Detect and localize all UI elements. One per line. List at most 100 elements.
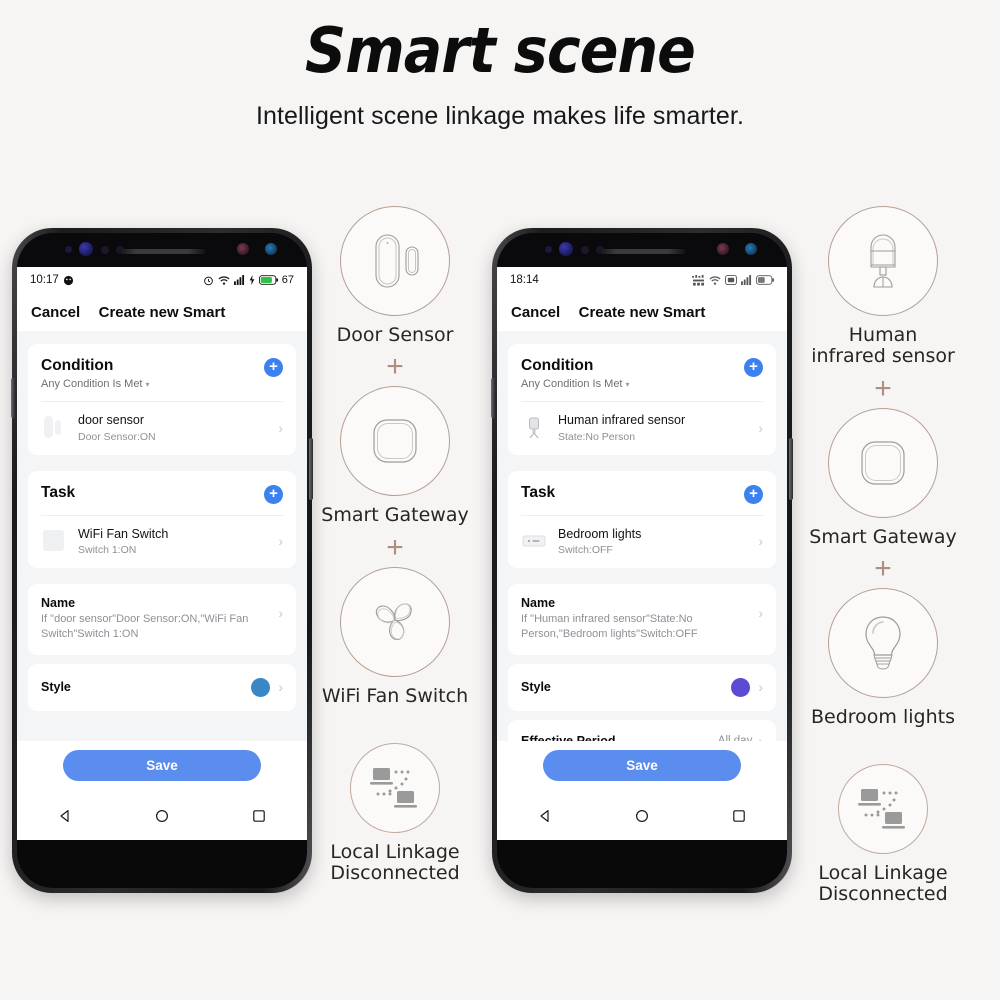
network-icon xyxy=(692,274,704,286)
name-description: If "door sensor"Door Sensor:ON,"WiFi Fan… xyxy=(41,613,249,641)
front-camera-icon xyxy=(79,242,93,256)
condition-item-title: Human infrared sensor xyxy=(558,413,686,427)
task-item-title: WiFi Fan Switch xyxy=(78,526,169,541)
fan-icon xyxy=(375,602,412,640)
task-item-subtitle: Switch 1:ON xyxy=(78,544,137,557)
condition-header: Condition Any Condition Is Met ▾ + xyxy=(41,344,283,390)
chevron-right-icon: › xyxy=(278,419,283,436)
add-condition-button[interactable]: + xyxy=(264,358,283,377)
style-color-swatch[interactable] xyxy=(251,677,271,697)
name-label: Name xyxy=(521,596,556,611)
home-icon[interactable] xyxy=(635,809,649,823)
chevron-right-icon: › xyxy=(758,605,763,622)
device-label: Local Linkage Disconnected xyxy=(330,840,460,885)
light-strip-icon xyxy=(521,528,547,554)
task-row[interactable]: Bedroom lights Switch:OFF › xyxy=(521,516,763,569)
status-right xyxy=(692,274,774,286)
app-bar: Cancel Create new Smart xyxy=(17,293,307,331)
front-camera-icon xyxy=(559,242,573,256)
android-nav-bar xyxy=(17,792,307,840)
light-sensor-icon xyxy=(101,246,109,254)
add-condition-button[interactable]: + xyxy=(744,358,763,377)
device-wifi-fan-switch: WiFi Fan Switch xyxy=(305,566,485,707)
volume-up-button[interactable] xyxy=(11,378,15,418)
save-button[interactable]: Save xyxy=(543,750,741,781)
save-bar: Save xyxy=(17,741,307,792)
condition-item-subtitle: Door Sensor:ON xyxy=(78,430,156,443)
page-subtitle: Intelligent scene linkage makes life sma… xyxy=(255,102,745,130)
task-card: Task + WiFi Fan Switch Switch 1:ON › xyxy=(28,470,296,569)
earpiece-speaker-icon xyxy=(119,249,205,254)
condition-card: Condition Any Condition Is Met ▾ + xyxy=(508,344,776,455)
device-column-left: Door Sensor + Smart Gateway + WiFi Fan S… xyxy=(305,206,485,884)
status-time: 10:17 xyxy=(30,274,59,286)
cancel-button[interactable]: Cancel xyxy=(31,304,80,321)
gateway-circle xyxy=(340,386,450,497)
cancel-button[interactable]: Cancel xyxy=(511,304,560,321)
add-task-button[interactable]: + xyxy=(264,484,283,504)
door-sensor-icon xyxy=(41,415,67,441)
local-linkage-circle xyxy=(838,764,928,855)
save-bar: Save xyxy=(497,741,787,792)
app-screen-right: 18:14 Cancel Create new Smart Condition … xyxy=(497,267,787,840)
local-linkage-icon xyxy=(858,789,905,829)
save-button[interactable]: Save xyxy=(63,750,261,781)
battery-icon xyxy=(756,275,774,285)
device-door-sensor: Door Sensor + xyxy=(305,206,485,382)
status-bar: 18:14 xyxy=(497,267,787,293)
name-card[interactable]: Name If "door sensor"Door Sensor:ON,"WiF… xyxy=(28,584,296,655)
task-item-title: Bedroom lights xyxy=(558,526,642,541)
secondary-camera-icon xyxy=(745,243,757,255)
condition-row[interactable]: Human infrared sensor State:No Person › xyxy=(521,402,763,455)
proximity-sensor-icon xyxy=(545,246,552,253)
app-screen-left: 10:17 67 Cancel Create new Smart Conditi… xyxy=(17,267,307,840)
condition-mode[interactable]: Any Condition Is Met ▾ xyxy=(521,378,630,390)
condition-mode[interactable]: Any Condition Is Met ▾ xyxy=(41,378,150,390)
charging-icon xyxy=(249,275,255,285)
task-row[interactable]: WiFi Fan Switch Switch 1:ON › xyxy=(41,516,283,569)
style-color-swatch[interactable] xyxy=(731,677,751,697)
recents-icon[interactable] xyxy=(252,809,266,823)
device-local-linkage: Local Linkage Disconnected xyxy=(793,764,973,906)
chevron-down-icon: ▾ xyxy=(145,380,150,389)
door-sensor-icon xyxy=(375,234,419,288)
recents-icon[interactable] xyxy=(732,809,746,823)
app-bar: Cancel Create new Smart xyxy=(497,293,787,331)
add-task-button[interactable]: + xyxy=(744,484,763,504)
plus-separator: + xyxy=(386,350,404,384)
page-title: Smart scene xyxy=(305,14,696,87)
style-card[interactable]: Style › xyxy=(28,663,296,711)
volume-up-button[interactable] xyxy=(491,378,495,418)
chevron-down-icon: ▾ xyxy=(625,380,630,389)
style-card[interactable]: Style › xyxy=(508,663,776,711)
status-bar: 10:17 67 xyxy=(17,267,307,293)
condition-row[interactable]: door sensor Door Sensor:ON › xyxy=(41,402,283,455)
iris-scanner-icon xyxy=(717,243,729,255)
back-icon[interactable] xyxy=(538,809,552,823)
back-icon[interactable] xyxy=(58,809,72,823)
content-scroll[interactable]: Condition Any Condition Is Met ▾ + xyxy=(497,331,787,762)
task-heading: Task xyxy=(41,483,76,501)
wifi-icon xyxy=(218,275,230,285)
signal-icon xyxy=(741,275,752,285)
chevron-right-icon: › xyxy=(278,605,283,622)
plus-separator: + xyxy=(386,530,404,564)
pir-sensor-icon xyxy=(870,234,896,288)
plus-separator: + xyxy=(874,551,892,585)
smile-icon xyxy=(63,275,73,285)
home-icon[interactable] xyxy=(155,809,169,823)
task-header: Task + xyxy=(41,471,283,504)
task-card: Task + Bedroom lights Switch:OFF › xyxy=(508,470,776,569)
name-card[interactable]: Name If "Human infrared sensor"State:No … xyxy=(508,584,776,655)
gateway-circle xyxy=(828,407,938,518)
proximity-sensor-icon xyxy=(65,246,72,253)
device-label: WiFi Fan Switch xyxy=(321,684,469,707)
pir-sensor-circle xyxy=(828,206,938,316)
device-label: Smart Gateway xyxy=(809,525,957,548)
content-scroll[interactable]: Condition Any Condition Is Met ▾ + xyxy=(17,331,307,711)
iris-scanner-icon xyxy=(237,243,249,255)
device-smart-gateway: Smart Gateway + xyxy=(793,407,973,585)
local-linkage-icon xyxy=(370,767,417,808)
bulb-circle xyxy=(828,587,938,698)
alarm-icon xyxy=(203,276,213,285)
